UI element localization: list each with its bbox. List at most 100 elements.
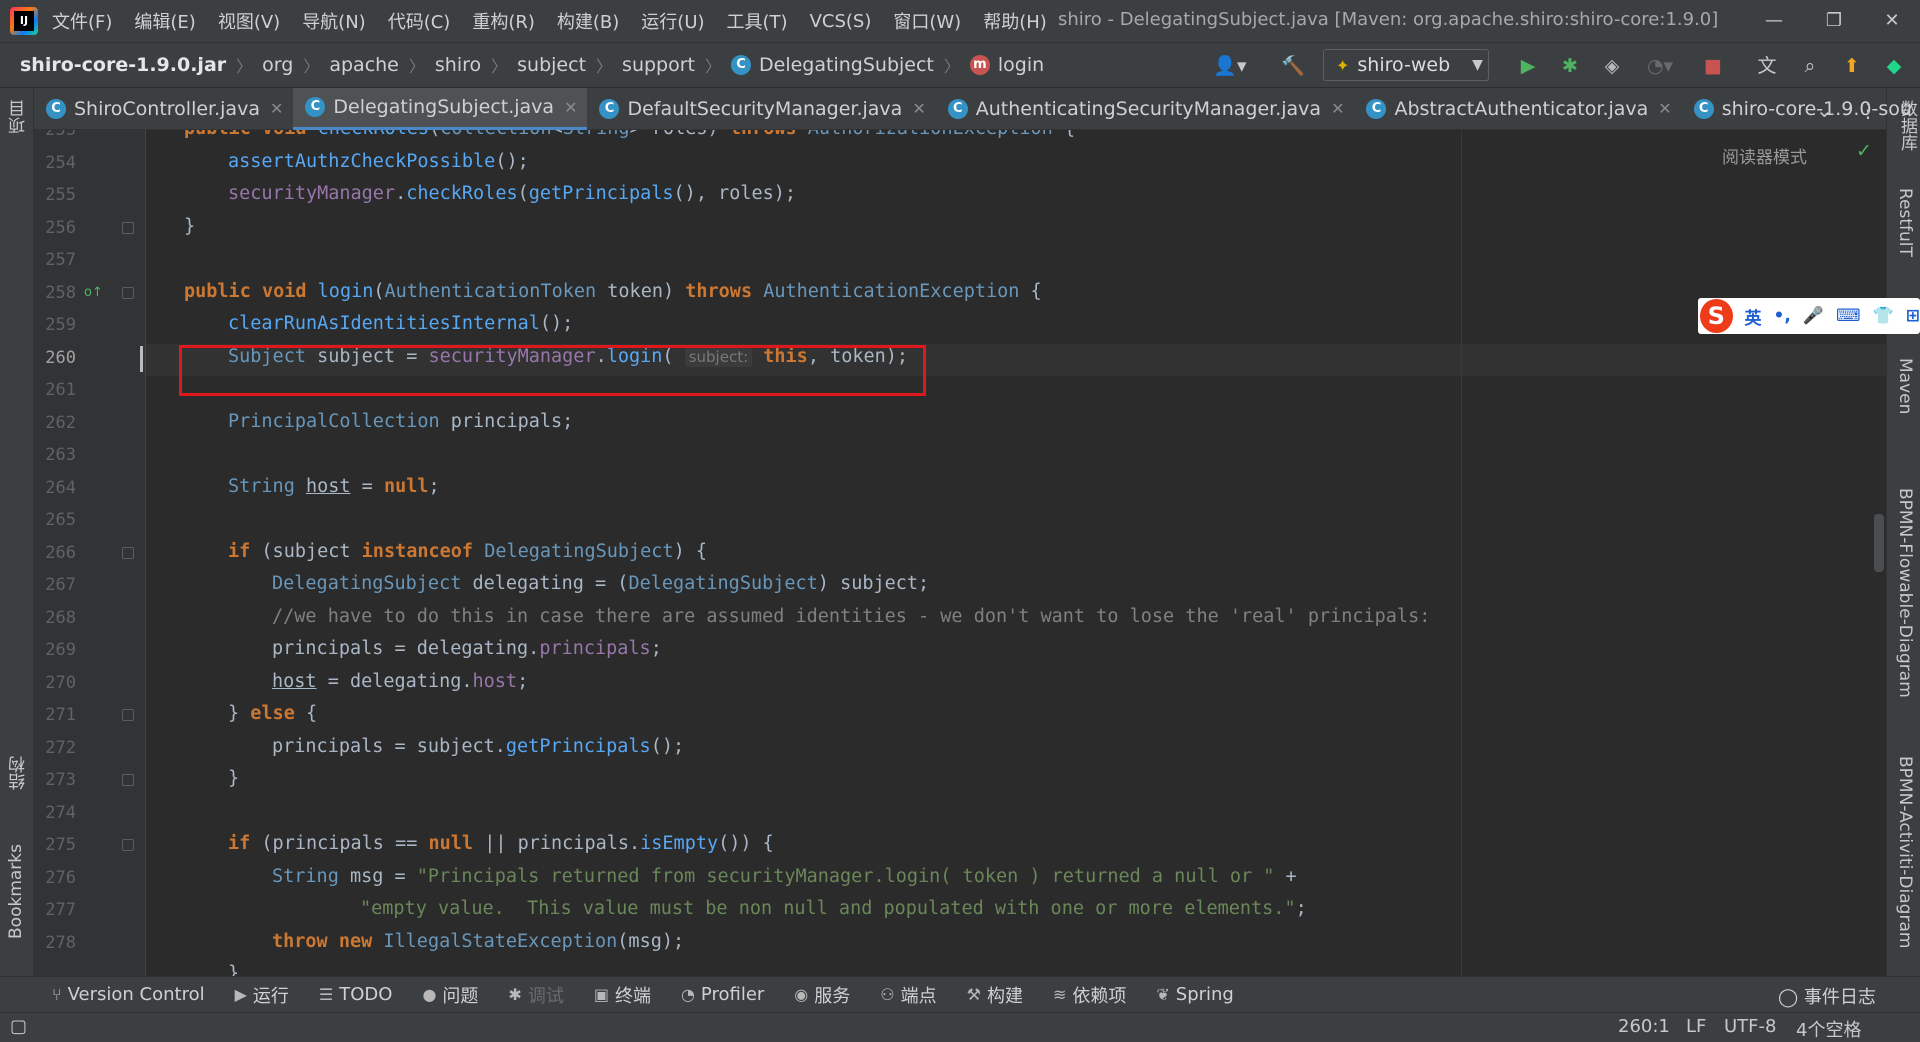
- close-icon[interactable]: ✕: [1658, 99, 1671, 118]
- menu-view[interactable]: 视图(V): [218, 8, 280, 34]
- keyboard-icon[interactable]: ⌨: [1836, 306, 1861, 326]
- grid-icon[interactable]: ⊞: [1906, 306, 1920, 326]
- tab-authenticating-security-manager[interactable]: C AuthenticatingSecurityManager.java ✕: [936, 88, 1355, 130]
- close-icon[interactable]: ✕: [270, 99, 283, 118]
- breadcrumb-apache[interactable]: apache: [329, 54, 399, 76]
- menu-tools[interactable]: 工具(T): [727, 8, 788, 34]
- tool-window-structure[interactable]: 结构: [6, 756, 31, 790]
- menu-run[interactable]: 运行(U): [641, 8, 704, 34]
- skin-icon[interactable]: 👕: [1873, 306, 1894, 326]
- update-icon[interactable]: ⬆: [1838, 52, 1866, 80]
- fold-marker-icon[interactable]: [122, 287, 134, 299]
- chevron-down-icon[interactable]: ⌄: [1816, 98, 1833, 122]
- tool-window-maven[interactable]: Maven: [1895, 358, 1915, 414]
- tab-shiro-core-sources[interactable]: Cshiro-core-1.9.0-sou: [1682, 88, 1920, 130]
- menu-edit[interactable]: 编辑(E): [134, 8, 195, 34]
- microphone-icon[interactable]: 🎤: [1803, 306, 1824, 326]
- highlight-annotation-box: [179, 345, 926, 396]
- breadcrumb-shiro[interactable]: shiro: [435, 54, 481, 76]
- tab-default-security-manager[interactable]: C DefaultSecurityManager.java ✕: [587, 88, 935, 130]
- code-line: String host = null;: [228, 476, 440, 497]
- menu-vcs[interactable]: VCS(S): [810, 11, 872, 32]
- coverage-icon[interactable]: ◈: [1598, 52, 1626, 80]
- tab-delegating-subject[interactable]: C DelegatingSubject.java ✕: [293, 87, 588, 130]
- more-vertical-icon[interactable]: ⋮: [1858, 98, 1878, 122]
- fold-marker-icon[interactable]: [122, 839, 134, 851]
- breadcrumb-jar[interactable]: shiro-core-1.9.0.jar: [20, 54, 226, 76]
- tool-todo[interactable]: ☰ TODO: [319, 984, 393, 1005]
- breadcrumb-method[interactable]: m login: [969, 54, 1044, 76]
- tool-endpoints[interactable]: ⚇ 端点: [880, 982, 936, 1008]
- menu-help[interactable]: 帮助(H): [983, 8, 1047, 34]
- tool-terminal[interactable]: ▣ 终端: [594, 982, 651, 1008]
- tool-label: 调试: [527, 985, 564, 1007]
- tool-profiler[interactable]: ◔ Profiler: [681, 984, 764, 1005]
- menu-refactor[interactable]: 重构(R): [472, 8, 535, 34]
- run-icon[interactable]: ▶: [1514, 52, 1542, 80]
- stop-icon[interactable]: ■: [1700, 52, 1726, 80]
- line-number: 270: [45, 673, 76, 693]
- close-icon[interactable]: ✕: [564, 98, 577, 117]
- tool-services[interactable]: ◉ 服务: [794, 982, 850, 1008]
- ime-language[interactable]: 英: [1745, 304, 1762, 329]
- file-encoding[interactable]: UTF-8: [1724, 1016, 1776, 1037]
- fold-marker-icon[interactable]: [122, 222, 134, 234]
- tool-window-restful[interactable]: RestfulT: [1895, 188, 1915, 257]
- ime-toolbar[interactable]: S 英 •, 🎤 ⌨ 👕 ⊞: [1698, 298, 1920, 334]
- translate-icon[interactable]: 文: [1752, 52, 1782, 80]
- plugin-icon[interactable]: ◆: [1880, 52, 1908, 80]
- code-line: if (subject instanceof DelegatingSubject…: [228, 541, 707, 562]
- reader-mode-button[interactable]: 阅读器模式: [1722, 143, 1807, 168]
- tab-shiro-controller[interactable]: C ShiroController.java ✕: [34, 88, 293, 130]
- toggle-panel-icon[interactable]: ▢: [10, 1016, 27, 1037]
- tool-window-bookmarks[interactable]: Bookmarks: [6, 844, 26, 939]
- line-separator[interactable]: LF: [1686, 1016, 1706, 1037]
- menu-build[interactable]: 构建(B): [557, 8, 619, 34]
- indent-setting[interactable]: 4个空格: [1796, 1016, 1861, 1042]
- ime-punctuation[interactable]: •,: [1774, 306, 1791, 326]
- menu-navigate[interactable]: 导航(N): [302, 8, 366, 34]
- build-hammer-icon[interactable]: 🔨: [1278, 52, 1308, 80]
- vertical-scrollbar[interactable]: [1874, 514, 1884, 572]
- line-number: 271: [45, 705, 76, 725]
- breadcrumb-subject[interactable]: subject: [517, 54, 586, 76]
- info-icon: ●: [422, 985, 437, 1004]
- menu-file[interactable]: 文件(F): [52, 8, 112, 34]
- tool-dependencies[interactable]: ≋ 依赖项: [1053, 982, 1126, 1008]
- menu-window[interactable]: 窗口(W): [893, 8, 961, 34]
- tool-spring[interactable]: ❦ Spring: [1156, 984, 1234, 1005]
- event-log-button[interactable]: ◯ 事件日志: [1778, 983, 1876, 1009]
- fold-marker-icon[interactable]: [122, 774, 134, 786]
- tool-problems[interactable]: ● 问题: [422, 982, 478, 1008]
- code-editor[interactable]: public void checkRoles(Collection<String…: [146, 130, 1886, 976]
- fold-marker-icon[interactable]: [122, 709, 134, 721]
- breadcrumb-org[interactable]: org: [262, 54, 293, 76]
- minimize-icon[interactable]: —: [1754, 6, 1794, 36]
- tool-run[interactable]: ▶ 运行: [235, 982, 289, 1008]
- tool-debug[interactable]: ✱ 调试: [508, 982, 563, 1008]
- fold-marker-icon[interactable]: [122, 547, 134, 559]
- close-icon[interactable]: ✕: [1331, 99, 1344, 118]
- search-icon[interactable]: ⌕: [1796, 52, 1824, 80]
- tab-label: AuthenticatingSecurityManager.java: [975, 97, 1322, 120]
- tool-version-control[interactable]: ⑂ Version Control: [52, 984, 205, 1005]
- profile-icon[interactable]: ◔▾: [1638, 52, 1682, 80]
- restore-icon[interactable]: ❐: [1814, 6, 1854, 36]
- tool-window-bpmn-activiti[interactable]: BPMN-Activiti-Diagram: [1895, 756, 1915, 948]
- run-config-selector[interactable]: ✦ shiro-web ▼: [1323, 49, 1489, 81]
- tab-abstract-authenticator[interactable]: C AbstractAuthenticator.java ✕: [1354, 88, 1681, 130]
- caret-position[interactable]: 260:1: [1618, 1016, 1670, 1037]
- user-icon[interactable]: 👤▾: [1210, 52, 1250, 80]
- tool-build[interactable]: ⚒ 构建: [967, 982, 1023, 1008]
- close-icon[interactable]: ✕: [912, 99, 925, 118]
- debug-icon[interactable]: ✱: [1556, 52, 1584, 80]
- run-config-icon: ✦: [1336, 55, 1350, 75]
- close-icon[interactable]: ✕: [1872, 6, 1912, 36]
- tool-window-bpmn-flowable[interactable]: BPMN-Flowable-Diagram: [1895, 488, 1915, 698]
- override-marker-icon[interactable]: o↑: [84, 285, 103, 300]
- check-icon[interactable]: ✓: [1856, 140, 1872, 162]
- breadcrumb-class[interactable]: C DelegatingSubject: [731, 54, 934, 76]
- breadcrumb-support[interactable]: support: [622, 54, 695, 76]
- menu-code[interactable]: 代码(C): [388, 8, 451, 34]
- tool-window-project[interactable]: 项目: [6, 100, 31, 134]
